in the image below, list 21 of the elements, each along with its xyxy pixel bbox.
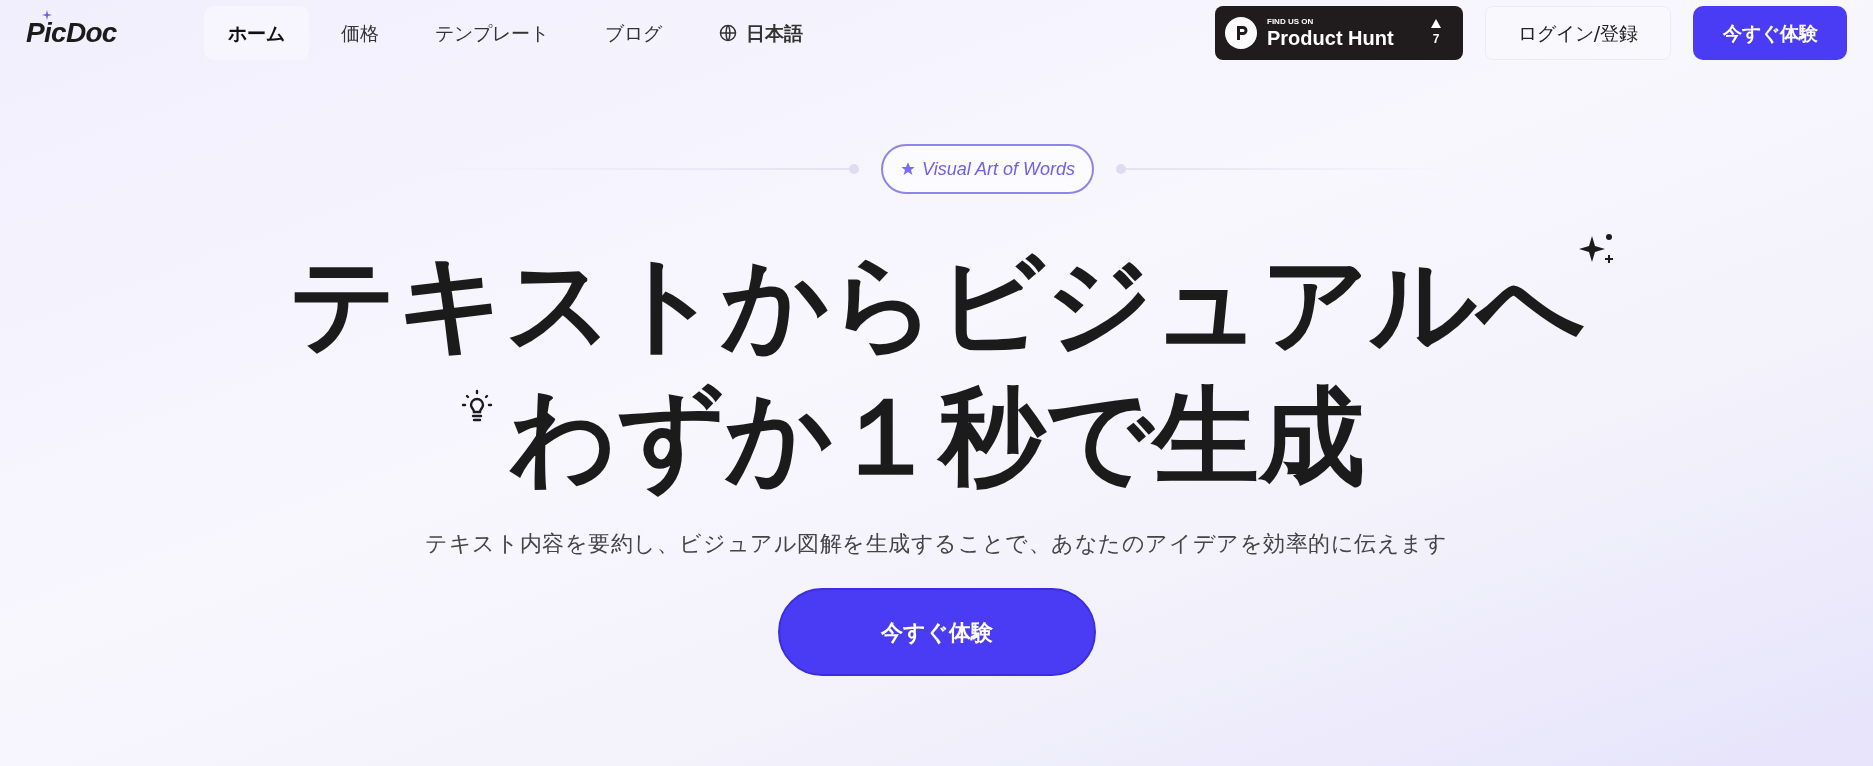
product-hunt-logo-icon [1225,17,1257,49]
star-icon [899,161,916,177]
try-now-button[interactable]: 今すぐ体験 [1693,6,1847,60]
eyebrow-text: FIND US ON [1267,18,1315,26]
product-hunt-badge[interactable]: FIND US ON Product Hunt 7 [1215,6,1463,60]
try-now-button[interactable]: 今すぐ体験 [777,588,1096,676]
headline: わずか１秒で生成 [508,373,1365,500]
vote-count: 7 [1432,30,1440,48]
logo[interactable]: PicDoc [26,12,117,54]
login-button[interactable]: ログイン/登録 [1485,6,1671,60]
upvote-icon [1431,18,1441,28]
tagline-text: Visual Art of Words [921,157,1076,181]
product-name: Product Hunt [1267,28,1394,48]
nav-tab[interactable]: テンプレート [411,5,573,61]
headline: テキストからビジュアルへ [288,241,1585,367]
globe-icon [718,23,738,43]
nav-tab[interactable]: ホーム [204,5,309,61]
language-selector[interactable]: 日本語 [694,5,827,61]
nav-tab[interactable]: 価格 [317,5,403,61]
subtitle: テキスト内容を要約し、ビジュアル図解を生成することで、あなたのアイデアを効率的に伝えます [425,530,1448,558]
nav-tab[interactable]: ブログ [581,5,686,61]
